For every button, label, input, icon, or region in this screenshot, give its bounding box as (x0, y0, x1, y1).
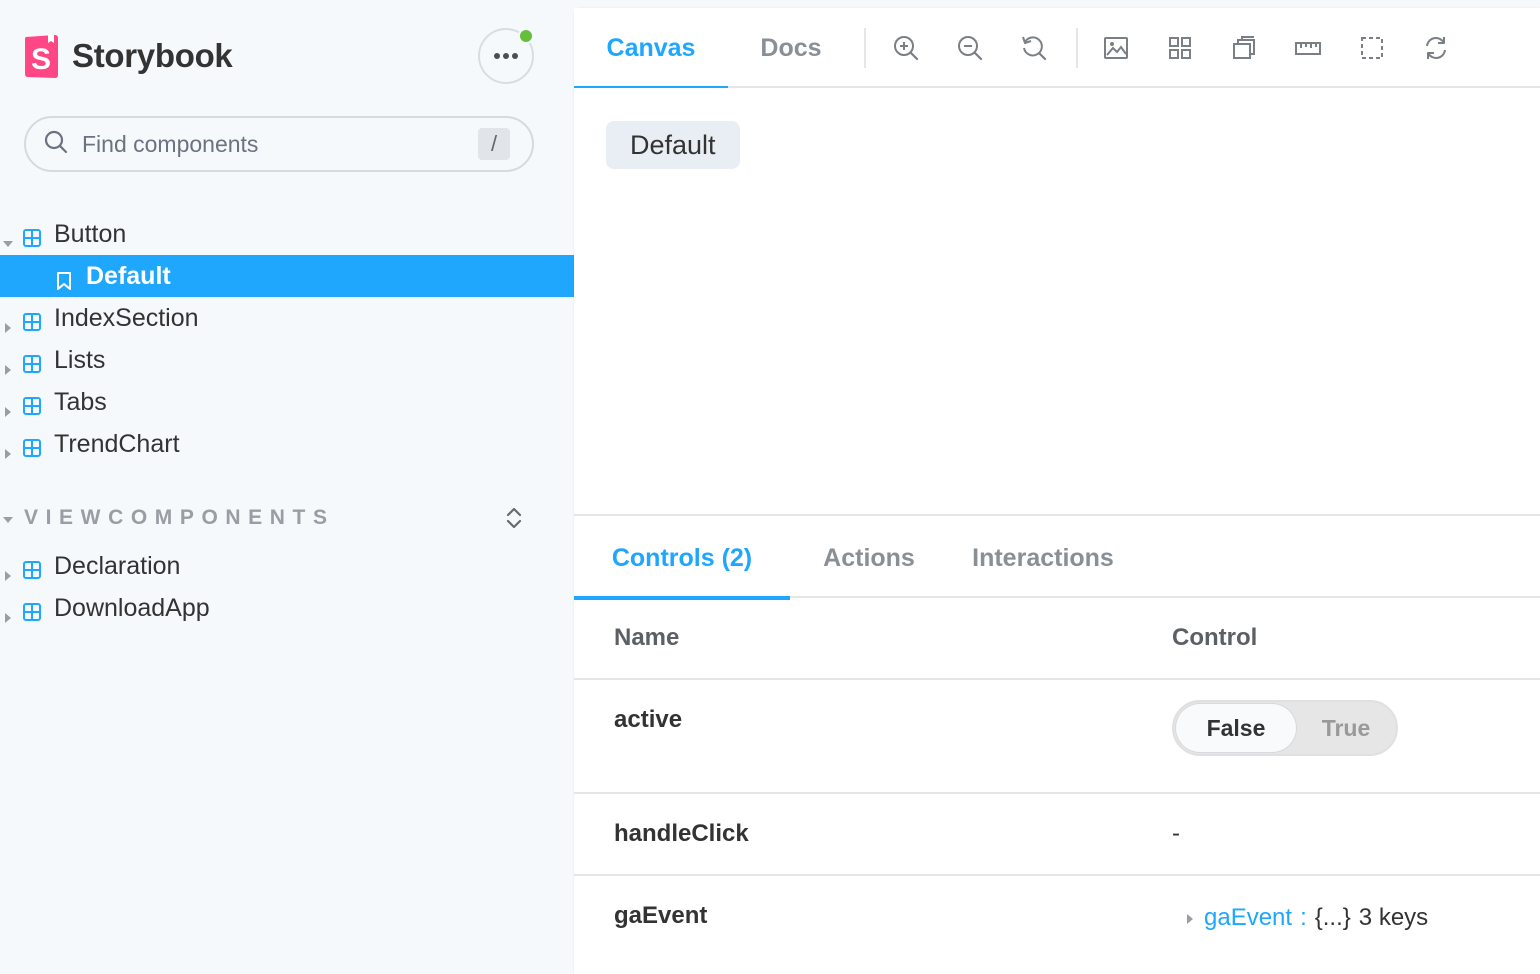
tree-item-label: Default (86, 261, 171, 290)
measure-icon[interactable] (1290, 30, 1326, 66)
arg-name: gaEvent (614, 902, 708, 929)
tree-item-declaration[interactable]: Declaration (0, 545, 574, 587)
toggle-option-false[interactable]: False (1176, 704, 1296, 752)
main-panel: Canvas Docs Default Controls (2) Actions… (574, 8, 1540, 974)
column-header-control: Control (1172, 624, 1258, 651)
search-input[interactable] (82, 130, 462, 158)
search-bar: / (24, 116, 534, 172)
object-value: {...} (1314, 904, 1351, 931)
component-tree: Button Default IndexSection Lists Tabs T… (0, 213, 574, 465)
arg-name: handleClick (614, 820, 749, 847)
caret-down-icon (2, 228, 14, 257)
table-header: Name Control (574, 600, 1540, 680)
search-shortcut-key: / (478, 128, 510, 160)
column-header-name: Name (614, 624, 680, 651)
story-preview-button[interactable]: Default (606, 121, 740, 169)
settings-menu-button[interactable] (478, 28, 534, 84)
component-icon (23, 435, 41, 464)
caret-right-icon (2, 438, 14, 467)
storybook-logo-icon: S (24, 34, 60, 78)
tree-item-indexsection[interactable]: IndexSection (0, 297, 574, 339)
tree-item-label: Button (54, 219, 127, 248)
toolbar-divider (1076, 28, 1078, 68)
tree-item-label: Tabs (54, 387, 107, 416)
caret-right-icon (2, 354, 14, 383)
tab-docs[interactable]: Docs (728, 8, 854, 88)
toolbar-divider (864, 28, 866, 68)
tree-item-label: IndexSection (54, 303, 199, 332)
tab-controls[interactable]: Controls (2) (574, 518, 790, 600)
caret-down-icon (2, 513, 14, 531)
arg-name: active (614, 706, 683, 733)
tree-item-downloadapp[interactable]: DownloadApp (0, 587, 574, 629)
tree-item-label: Declaration (54, 551, 181, 580)
outline-icon[interactable] (1354, 30, 1390, 66)
zoom-in-icon[interactable] (888, 30, 924, 66)
bookmark-icon (56, 269, 72, 298)
object-key-count: 3 keys (1358, 904, 1429, 931)
component-icon (23, 351, 41, 380)
caret-right-icon (2, 396, 14, 425)
tree-item-button[interactable]: Button (0, 213, 574, 255)
remount-icon[interactable] (1418, 30, 1454, 66)
tree-item-label: Lists (54, 345, 106, 374)
toggle-option-true[interactable]: True (1296, 704, 1396, 752)
object-key: gaEvent (1204, 904, 1293, 931)
caret-right-icon (1186, 904, 1194, 932)
component-icon (23, 225, 41, 254)
tree-item-lists[interactable]: Lists (0, 339, 574, 381)
sidebar: S Storybook / (0, 0, 574, 974)
zoom-reset-icon[interactable] (1016, 30, 1052, 66)
addons-panel: Controls (2) Actions Interactions Name C… (574, 518, 1540, 974)
brand[interactable]: S Storybook (24, 34, 233, 78)
expand-collapse-icon[interactable] (504, 504, 524, 537)
object-control[interactable]: gaEvent : {...} 3 keys (1186, 904, 1428, 932)
controls-table: Name Control active False True handleCli… (574, 600, 1540, 966)
story-canvas: Default (574, 88, 1540, 516)
viewcomponents-tree: Declaration DownloadApp (0, 545, 574, 629)
boolean-toggle[interactable]: False True (1172, 700, 1398, 756)
viewport-icon[interactable] (1226, 30, 1262, 66)
component-icon (23, 309, 41, 338)
svg-text:S: S (31, 43, 51, 76)
section-header-viewcomponents[interactable]: VIEWCOMPONENTS (0, 500, 574, 536)
background-icon[interactable] (1098, 30, 1134, 66)
tree-item-tabs[interactable]: Tabs (0, 381, 574, 423)
component-icon (23, 393, 41, 422)
tab-actions[interactable]: Actions (790, 518, 948, 598)
toolbar: Canvas Docs (574, 8, 1540, 90)
more-icon (493, 47, 519, 65)
tree-item-label: DownloadApp (54, 593, 210, 622)
component-icon (23, 557, 41, 586)
caret-right-icon (2, 602, 14, 631)
caret-right-icon (2, 312, 14, 341)
object-separator: : (1300, 904, 1307, 931)
zoom-out-icon[interactable] (952, 30, 988, 66)
caret-right-icon (2, 560, 14, 589)
table-row: handleClick - (574, 794, 1540, 876)
section-label: VIEWCOMPONENTS (24, 506, 335, 529)
grid-icon[interactable] (1162, 30, 1198, 66)
tab-canvas[interactable]: Canvas (574, 8, 728, 90)
tree-item-trendchart[interactable]: TrendChart (0, 423, 574, 465)
component-icon (23, 599, 41, 628)
tree-item-label: TrendChart (54, 429, 180, 458)
status-indicator (518, 28, 534, 44)
table-row: active False True (574, 680, 1540, 794)
brand-name: Storybook (72, 37, 233, 74)
tree-item-default-story[interactable]: Default (0, 255, 574, 297)
search-icon (44, 130, 68, 159)
tab-interactions[interactable]: Interactions (948, 518, 1138, 598)
no-control-placeholder: - (1172, 820, 1180, 847)
addon-tabs: Controls (2) Actions Interactions (574, 518, 1540, 600)
table-row: gaEvent gaEvent : {...} 3 keys (574, 876, 1540, 966)
